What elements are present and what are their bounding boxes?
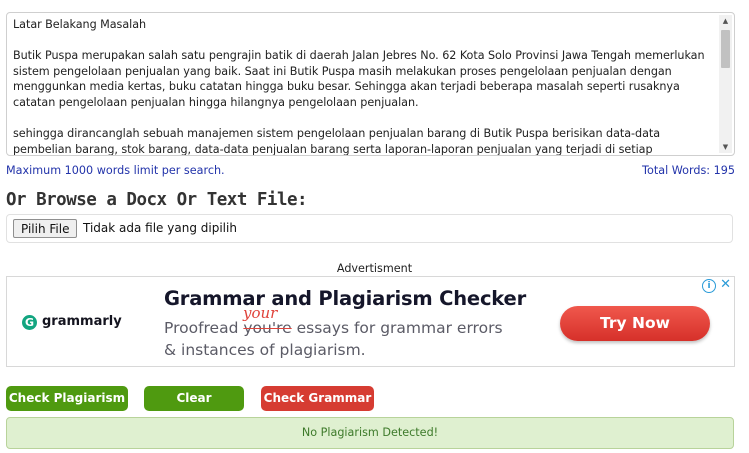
- scroll-up-arrow-icon[interactable]: ▲: [719, 15, 732, 27]
- ad-desc-before: Proofread: [164, 319, 244, 337]
- ad-desc-strike: you're: [243, 319, 292, 337]
- text-input-area[interactable]: Latar Belakang Masalah Butik Puspa merup…: [6, 12, 735, 156]
- paragraph-heading: Latar Belakang Masalah: [13, 18, 147, 31]
- choose-file-button[interactable]: Pilih File: [13, 219, 78, 238]
- total-words-counter: Total Words: 195: [642, 164, 735, 177]
- paragraph-2: sehingga dirancanglah sebuah manajemen s…: [13, 127, 661, 155]
- file-input: Pilih File Tidak ada file yang dipilih: [6, 214, 733, 243]
- ad-title: Grammar and Plagiarism Checker: [164, 287, 526, 310]
- ad-desc-line2: & instances of plagiarism.: [164, 341, 366, 359]
- check-grammar-button[interactable]: Check Grammar: [261, 386, 374, 411]
- file-status-text: Tidak ada file yang dipilih: [83, 221, 237, 235]
- ad-label: Advertisment: [336, 262, 413, 275]
- text-content[interactable]: Latar Belakang Masalah Butik Puspa merup…: [13, 17, 710, 155]
- grammarly-ad-banner[interactable]: i ✕ G grammarly Grammar and Plagiarism C…: [6, 276, 735, 367]
- word-limit-note: Maximum 1000 words limit per search.: [6, 164, 225, 177]
- ad-info-icon[interactable]: i: [702, 279, 716, 293]
- vertical-scrollbar[interactable]: ▲ ▼: [719, 15, 732, 153]
- try-now-button[interactable]: Try Now: [560, 306, 710, 341]
- check-plagiarism-button[interactable]: Check Plagiarism: [6, 386, 128, 411]
- result-message: No Plagiarism Detected!: [6, 417, 734, 449]
- ad-description: Proofread you're essays for grammar erro…: [164, 317, 503, 361]
- browse-file-heading: Or Browse a Docx Or Text File:: [6, 190, 308, 210]
- grammarly-logo-icon: G: [22, 315, 37, 330]
- ad-desc-after: essays for grammar errors: [291, 319, 503, 337]
- scroll-thumb[interactable]: [721, 30, 730, 68]
- ad-close-icon[interactable]: ✕: [720, 278, 731, 292]
- clear-button[interactable]: Clear: [144, 386, 244, 411]
- grammarly-brand: grammarly: [42, 314, 122, 329]
- scroll-down-arrow-icon[interactable]: ▼: [719, 141, 732, 153]
- paragraph-1: Butik Puspa merupakan salah satu pengraj…: [13, 49, 705, 109]
